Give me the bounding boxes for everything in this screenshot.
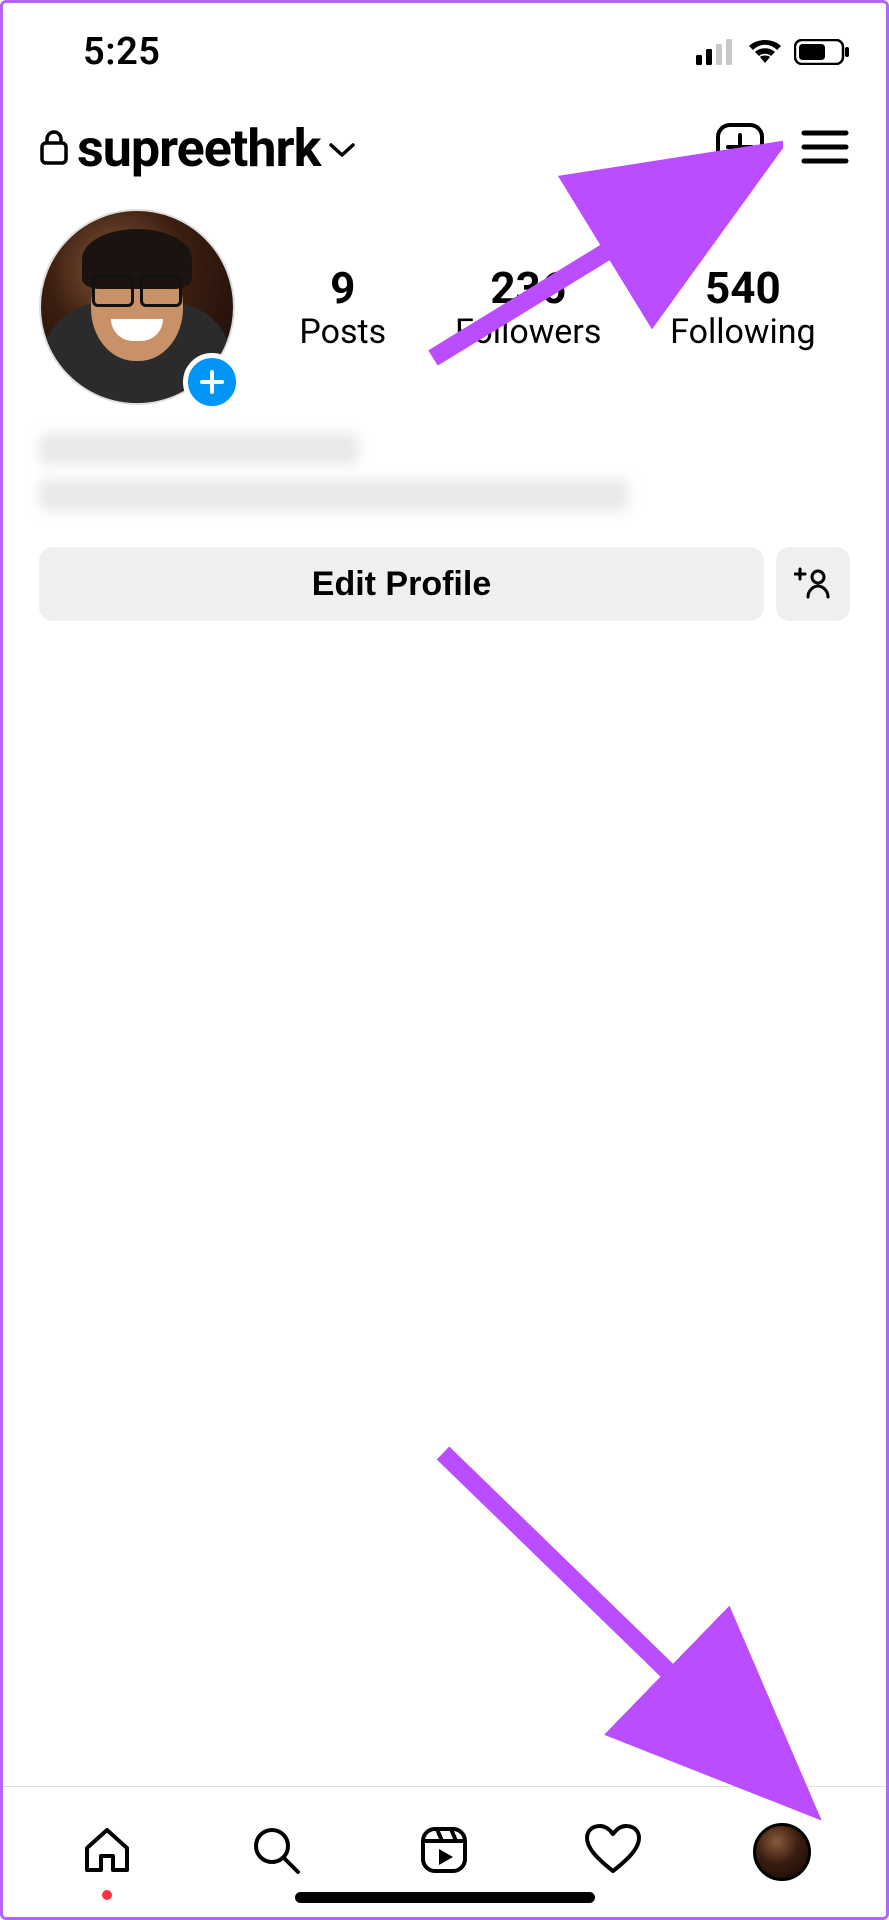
nav-profile[interactable] [742, 1823, 822, 1881]
profile-bio [3, 405, 886, 525]
bio-line-redacted [39, 433, 359, 465]
profile-row: 9 Posts 236 Followers 540 Following [3, 191, 886, 405]
empty-content-area [3, 621, 886, 1786]
wifi-icon [746, 39, 784, 65]
edit-profile-button[interactable]: Edit Profile [39, 547, 764, 621]
profile-stats: 9 Posts 236 Followers 540 Following [265, 262, 850, 352]
nav-home[interactable] [67, 1822, 147, 1882]
create-post-button[interactable] [714, 121, 766, 177]
bio-line-redacted [39, 479, 629, 511]
stat-followers-label: Followers [455, 312, 601, 352]
nav-activity[interactable] [573, 1823, 653, 1881]
chevron-down-icon[interactable] [328, 141, 356, 163]
username-switcher[interactable]: supreethrk [77, 118, 320, 179]
discover-people-button[interactable] [776, 547, 850, 621]
stat-following[interactable]: 540 Following [670, 262, 815, 352]
add-story-badge[interactable] [183, 353, 241, 411]
stat-following-count: 540 [670, 262, 815, 314]
reels-icon [416, 1822, 472, 1882]
status-time: 5:25 [83, 30, 160, 74]
profile-actions: Edit Profile [3, 525, 886, 621]
stat-following-label: Following [670, 312, 815, 352]
stat-followers-count: 236 [455, 262, 601, 314]
home-indicator [295, 1892, 595, 1903]
home-icon [79, 1822, 135, 1882]
lock-icon [39, 128, 69, 170]
add-user-icon [794, 567, 832, 602]
status-indicators [696, 39, 850, 65]
stat-posts-count: 9 [299, 262, 386, 314]
profile-avatar-icon [753, 1823, 811, 1881]
nav-reels[interactable] [404, 1822, 484, 1882]
avatar-button[interactable] [39, 209, 235, 405]
stat-posts-label: Posts [299, 312, 386, 352]
nav-search[interactable] [236, 1822, 316, 1882]
status-bar: 5:25 [3, 3, 886, 88]
instagram-profile-screen: 5:25 [0, 0, 889, 1920]
hamburger-menu-button[interactable] [800, 127, 850, 171]
cellular-icon [696, 39, 736, 65]
profile-header: supreethrk [3, 88, 886, 191]
notification-dot [102, 1890, 112, 1900]
heart-icon [583, 1823, 643, 1881]
stat-followers[interactable]: 236 Followers [455, 262, 601, 352]
search-icon [248, 1822, 304, 1882]
battery-icon [794, 39, 850, 65]
stat-posts[interactable]: 9 Posts [299, 262, 386, 352]
